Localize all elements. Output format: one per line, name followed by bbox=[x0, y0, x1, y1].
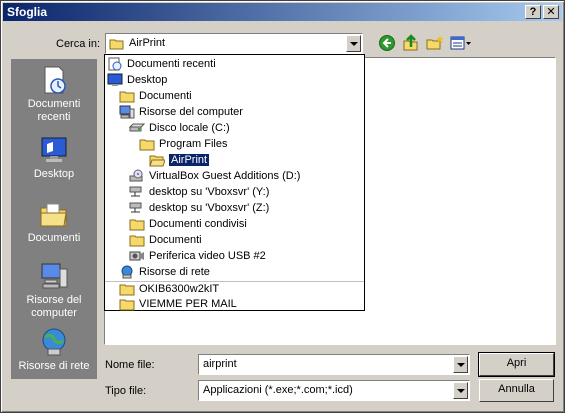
folder-icon bbox=[119, 91, 135, 103]
dropdown-item[interactable]: Documenti bbox=[129, 232, 202, 248]
place-label: Documenti recenti bbox=[27, 98, 81, 123]
place-label: Documenti bbox=[27, 232, 81, 244]
desktop-icon bbox=[107, 73, 123, 87]
documents-folder-icon bbox=[40, 203, 67, 227]
folder-open-icon bbox=[109, 39, 124, 50]
place-label: Risorse di rete bbox=[18, 360, 90, 372]
back-icon bbox=[379, 35, 395, 51]
view-menu-icon bbox=[450, 36, 471, 50]
dropdown-item[interactable]: Program Files bbox=[139, 136, 227, 152]
place-my-computer[interactable]: Risorse del computer bbox=[11, 261, 97, 320]
folder-open-icon bbox=[149, 155, 165, 167]
filetype-value: Applicazioni (*.exe;*.com;*.icd) bbox=[203, 384, 353, 396]
dropdown-item[interactable]: OKIB6300w2kIT bbox=[119, 281, 219, 297]
filename-field[interactable]: airprint bbox=[198, 354, 470, 375]
lookin-value: AirPrint bbox=[129, 37, 166, 49]
place-label: Risorse del computer bbox=[26, 294, 82, 319]
up-folder-button[interactable] bbox=[402, 34, 422, 52]
lookin-combo[interactable]: AirPrint bbox=[105, 33, 363, 54]
cancel-button[interactable]: Annulla bbox=[479, 379, 554, 402]
folder-icon bbox=[139, 139, 155, 151]
place-documents[interactable]: Documenti bbox=[11, 199, 97, 245]
help-button[interactable]: ? bbox=[525, 5, 541, 19]
network-drive-icon bbox=[129, 202, 142, 213]
dropdown-item[interactable]: Documenti bbox=[119, 88, 192, 104]
dropdown-item[interactable]: desktop su 'Vboxsvr' (Y:) bbox=[129, 184, 269, 200]
network-icon bbox=[121, 265, 133, 279]
dropdown-item[interactable]: Desktop bbox=[107, 72, 167, 88]
folder-icon bbox=[129, 235, 145, 247]
dropdown-item[interactable]: Risorse di rete bbox=[119, 264, 210, 280]
my-computer-icon bbox=[119, 105, 135, 119]
lookin-label: Cerca in: bbox=[56, 38, 101, 50]
place-label: Desktop bbox=[33, 168, 75, 180]
place-network[interactable]: Risorse di rete bbox=[11, 327, 97, 373]
filename-label: Nome file: bbox=[105, 359, 155, 371]
lookin-dropdown-button[interactable] bbox=[346, 35, 361, 52]
lookin-dropdown-list[interactable]: Documenti recenti Desktop Documenti Riso… bbox=[104, 54, 365, 311]
folder-icon bbox=[119, 284, 135, 296]
desktop-icon bbox=[41, 137, 67, 162]
dropdown-item[interactable]: desktop su 'Vboxsvr' (Z:) bbox=[129, 200, 269, 216]
network-drive-icon bbox=[129, 186, 142, 197]
usb-video-icon bbox=[129, 251, 144, 261]
filetype-select[interactable]: Applicazioni (*.exe;*.com;*.icd) bbox=[198, 380, 470, 401]
recent-documents-icon bbox=[44, 66, 66, 94]
title-bar[interactable]: Sfoglia ? ✕ bbox=[3, 3, 562, 21]
recent-documents-icon bbox=[108, 57, 122, 71]
network-icon bbox=[42, 328, 66, 356]
dropdown-item[interactable]: Risorse del computer bbox=[119, 104, 243, 120]
new-folder-icon bbox=[426, 35, 444, 50]
window-title: Sfoglia bbox=[7, 5, 48, 19]
dropdown-item[interactable]: Documenti condivisi bbox=[129, 216, 247, 232]
dropdown-item-selected[interactable]: AirPrint bbox=[149, 152, 210, 168]
sfoglia-dialog: Sfoglia ? ✕ Cerca in: AirPrint Documenti… bbox=[0, 0, 565, 413]
dropdown-item[interactable]: Documenti recenti bbox=[107, 56, 216, 72]
filetype-label: Tipo file: bbox=[105, 385, 147, 397]
place-desktop[interactable]: Desktop bbox=[11, 135, 97, 181]
place-recent-documents[interactable]: Documenti recenti bbox=[11, 65, 97, 124]
up-folder-icon bbox=[403, 34, 418, 51]
drive-icon bbox=[129, 123, 145, 132]
folder-icon bbox=[119, 299, 135, 311]
dropdown-item[interactable]: Periferica video USB #2 bbox=[129, 248, 266, 264]
filetype-dropdown-button[interactable] bbox=[453, 382, 468, 399]
my-computer-icon bbox=[41, 263, 68, 289]
open-button[interactable]: Apri bbox=[478, 352, 555, 377]
back-button[interactable] bbox=[378, 34, 398, 52]
dropdown-item[interactable]: VirtualBox Guest Additions (D:) bbox=[129, 168, 300, 184]
filename-dropdown-button[interactable] bbox=[453, 356, 468, 373]
dropdown-item[interactable]: Disco locale (C:) bbox=[129, 120, 230, 136]
filename-value: airprint bbox=[203, 358, 237, 370]
cd-drive-icon bbox=[129, 169, 143, 182]
places-bar: Documenti recenti Desktop Documenti Riso… bbox=[11, 59, 97, 379]
new-folder-button[interactable] bbox=[426, 34, 446, 52]
dropdown-item[interactable]: VIEMME PER MAIL bbox=[119, 296, 237, 312]
folder-icon bbox=[129, 219, 145, 231]
view-menu-button[interactable] bbox=[449, 34, 473, 52]
close-button[interactable]: ✕ bbox=[543, 5, 559, 19]
